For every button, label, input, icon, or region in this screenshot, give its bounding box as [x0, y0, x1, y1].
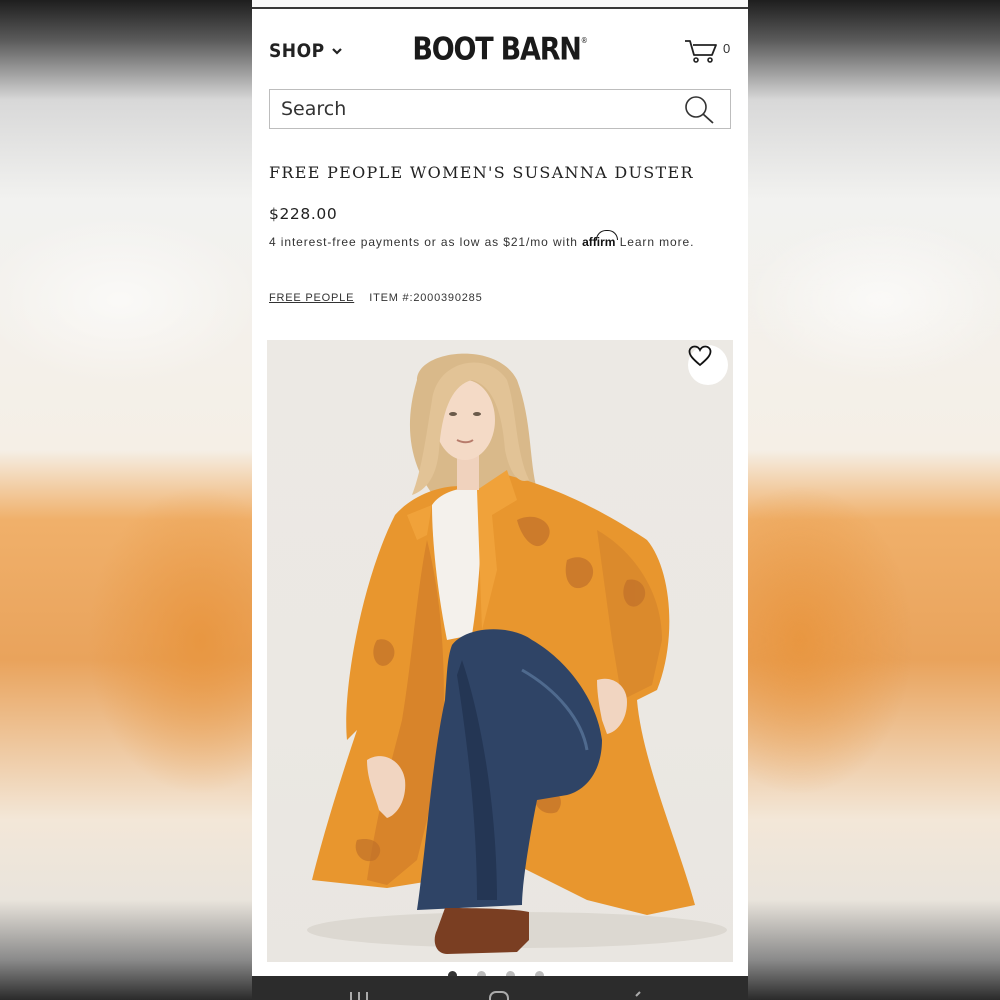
- affirm-prefix: 4 interest-free payments or as low as $2…: [269, 235, 578, 249]
- site-header: SHOP BOOT BARN® 0: [252, 30, 748, 74]
- search-bar: [269, 89, 731, 129]
- boot-barn-logo[interactable]: BOOT BARN®: [409, 32, 591, 68]
- back-icon[interactable]: [630, 986, 646, 1000]
- chevron-down-icon: [331, 48, 342, 55]
- phone-screen: SHOP BOOT BARN® 0 FREE PEOPLE WOMEN'S SU…: [252, 0, 748, 1000]
- affirm-financing-text: 4 interest-free payments or as low as $2…: [269, 233, 709, 251]
- cart-count: 0: [723, 41, 731, 56]
- wishlist-button[interactable]: [688, 345, 728, 385]
- shop-menu-label: SHOP: [269, 40, 325, 62]
- affirm-learn-more-link[interactable]: Learn more.: [620, 235, 695, 249]
- search-input[interactable]: [281, 96, 671, 122]
- recent-apps-icon[interactable]: [348, 986, 370, 1000]
- product-meta-row: FREE PEOPLE ITEM #:2000390285: [269, 292, 483, 304]
- home-icon[interactable]: [486, 986, 512, 1000]
- affirm-logo: affirm: [582, 235, 616, 249]
- heart-icon: [688, 345, 712, 367]
- gallery-pagination: [252, 966, 748, 980]
- system-navigation-bar: [252, 976, 748, 1000]
- product-price: $228.00: [269, 205, 338, 223]
- item-number: ITEM #:2000390285: [369, 292, 483, 304]
- search-icon[interactable]: [684, 95, 716, 125]
- shop-menu-button[interactable]: SHOP: [269, 40, 343, 62]
- blurred-backdrop-right: [748, 0, 1000, 1000]
- product-image[interactable]: [267, 340, 733, 962]
- blurred-backdrop-left: [0, 0, 252, 1000]
- browser-top-strip: [252, 0, 748, 9]
- logo-text: BOOT BARN: [412, 31, 582, 68]
- logo-registered-mark: ®: [580, 36, 588, 46]
- product-title: FREE PEOPLE WOMEN'S SUSANNA DUSTER: [269, 163, 694, 182]
- cart-icon[interactable]: [684, 38, 718, 64]
- product-photo-illustration: [307, 353, 727, 954]
- brand-link[interactable]: FREE PEOPLE: [269, 292, 354, 304]
